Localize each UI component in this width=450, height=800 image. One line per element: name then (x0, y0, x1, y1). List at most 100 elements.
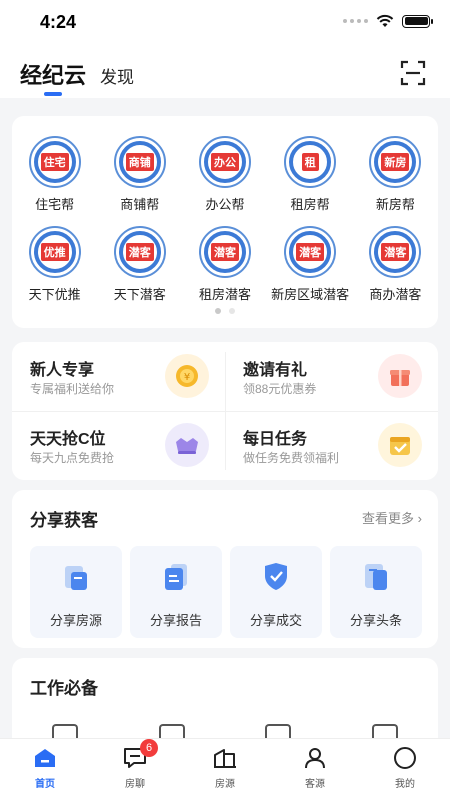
status-bar: 4:24 (0, 0, 450, 46)
app-logo-tag: 新房 (381, 153, 410, 171)
app-item[interactable]: 租租房帮 (268, 136, 353, 214)
gift-icon (378, 354, 422, 398)
home-icon (35, 749, 55, 767)
wifi-icon (376, 14, 394, 27)
app-logo-tag: 租 (301, 153, 319, 171)
tab-label: 客源 (305, 779, 325, 790)
app-item[interactable]: 潜客 新房区域潜客 (268, 226, 353, 304)
app-label: 租房潜客 (198, 287, 251, 302)
view-more-label: 查看更多 (362, 511, 415, 526)
work-tool-icon[interactable] (158, 724, 185, 738)
tab-home[interactable]: 首页 (0, 739, 90, 800)
share-deal-button[interactable]: 分享成交 (230, 546, 322, 638)
sofa-icon (165, 423, 209, 467)
svg-text:¥: ¥ (184, 372, 190, 383)
app-logo-tag: 住宅 (40, 153, 69, 171)
unread-badge: 6 (140, 739, 158, 757)
person-icon (305, 748, 325, 769)
deal-shield-icon (265, 563, 287, 590)
app-label: 商办潜客 (369, 287, 422, 302)
scan-icon[interactable] (400, 60, 426, 86)
app-logo-icon: 商铺 (113, 136, 166, 188)
promo-subtitle: 领88元优惠券 (243, 382, 317, 396)
app-label: 天下潜客 (113, 287, 166, 302)
app-logo-tag: 潜客 (296, 243, 325, 261)
app-logo-tag: 办公 (210, 153, 239, 171)
app-label: 商铺帮 (120, 197, 160, 212)
tab-label: 我的 (395, 779, 415, 790)
app-item[interactable]: 优推 天下优推 (12, 226, 97, 304)
share-label: 分享房源 (49, 613, 102, 628)
app-grid-card: 住宅 住宅帮 商铺 商铺帮 办公 办公帮租租房帮 新房 新房帮 优推 天下优推 潜客 天下潜客 潜客 租房… (12, 116, 438, 328)
app-logo-tag: 优推 (40, 243, 69, 261)
app-item[interactable]: 潜客 商办潜客 (353, 226, 438, 304)
app-item[interactable]: 住宅 住宅帮 (12, 136, 97, 214)
work-tool-icon[interactable] (52, 724, 79, 738)
tab-label: 房源 (215, 779, 235, 790)
share-report-button[interactable]: 分享报告 (130, 546, 222, 638)
building-icon (214, 749, 236, 768)
app-item[interactable]: 新房 新房帮 (353, 136, 438, 214)
app-logo-icon: 新房 (369, 136, 422, 188)
home-scroll-content[interactable]: 住宅 住宅帮 商铺 商铺帮 办公 办公帮租租房帮 新房 新房帮 优推 天下优推 潜客 天下潜客 潜客 租房… (0, 98, 450, 738)
app-item[interactable]: 潜客 天下潜客 (97, 226, 182, 304)
promo-invite[interactable]: 邀请有礼 领88元优惠券 (225, 342, 438, 411)
work-tool-icon[interactable] (265, 724, 292, 738)
bottom-tab-bar: 首页 6 房聊 房源 客源 我的 (0, 738, 450, 800)
app-logo-icon: 优推 (28, 226, 81, 278)
coin-icon: ¥ (165, 354, 209, 398)
report-icon (165, 564, 187, 590)
battery-icon (402, 14, 433, 28)
app-label: 天下优推 (28, 287, 81, 302)
app-item[interactable]: 办公 办公帮 (182, 136, 267, 214)
app-logo-icon: 住宅 (28, 136, 81, 188)
tab-listings[interactable]: 房源 (180, 739, 270, 800)
tab-label: 首页 (35, 779, 55, 790)
tab-label: 房聊 (125, 779, 145, 790)
app-logo-icon: 潜客 (284, 226, 337, 278)
work-tool-icon[interactable] (371, 724, 398, 738)
app-item[interactable]: 商铺 商铺帮 (97, 136, 182, 214)
promo-c-position[interactable]: 天天抢C位 每天九点免费抢 (12, 411, 225, 480)
app-logo-tag: 商铺 (125, 153, 154, 171)
view-more-link[interactable]: 查看更多 › (362, 508, 422, 527)
promo-title: 邀请有礼 (243, 362, 308, 379)
tab-jingjiyun[interactable]: 经纪云 (20, 58, 86, 90)
app-logo-tag: 潜客 (210, 243, 239, 261)
work-section-title: 工作必备 (30, 679, 98, 698)
page-indicator (12, 308, 438, 314)
share-house-button[interactable]: 分享房源 (30, 546, 122, 638)
signal-icon (343, 19, 368, 23)
app-label: 办公帮 (205, 197, 245, 212)
tab-clients[interactable]: 客源 (270, 739, 360, 800)
app-logo-icon: 潜客 (369, 226, 422, 278)
promo-subtitle: 做任务免费领福利 (243, 451, 340, 465)
chevron-right-icon: › (417, 511, 422, 526)
promo-daily-task[interactable]: 每日任务 做任务免费领福利 (225, 411, 438, 480)
app-item[interactable]: 潜客 租房潜客 (182, 226, 267, 304)
promo-newcomer[interactable]: 新人专享 专属福利送给你 ¥ (12, 342, 225, 411)
share-card: 分享获客 查看更多 › 分享房源 分享报告 分享成交 分享头条 (12, 490, 438, 648)
app-logo-icon: 潜客 (198, 226, 251, 278)
app-logo-tag: 潜客 (381, 243, 410, 261)
tab-chat[interactable]: 6 房聊 (90, 739, 180, 800)
app-logo-tag: 潜客 (125, 243, 154, 261)
app-label: 新房帮 (375, 197, 415, 212)
tab-discover[interactable]: 发现 (100, 63, 134, 88)
top-header: 经纪云 发现 (0, 46, 450, 98)
app-grid: 住宅 住宅帮 商铺 商铺帮 办公 办公帮租租房帮 新房 新房帮 优推 天下优推 潜客 天下潜客 潜客 租房… (12, 136, 438, 304)
share-label: 分享头条 (349, 613, 402, 628)
app-logo-icon: 潜客 (113, 226, 166, 278)
calendar-icon (378, 423, 422, 467)
status-icons (343, 14, 433, 28)
profile-circle-icon (394, 747, 416, 769)
tab-mine[interactable]: 我的 (360, 739, 450, 800)
headline-icon (365, 564, 387, 590)
share-row: 分享房源 分享报告 分享成交 分享头条 (30, 546, 422, 638)
app-label: 租房帮 (290, 197, 330, 212)
share-label: 分享报告 (149, 613, 202, 628)
app-logo-icon: 办公 (198, 136, 251, 188)
share-headline-button[interactable]: 分享头条 (330, 546, 422, 638)
share-label: 分享成交 (249, 613, 302, 628)
active-tab-indicator (44, 92, 62, 96)
